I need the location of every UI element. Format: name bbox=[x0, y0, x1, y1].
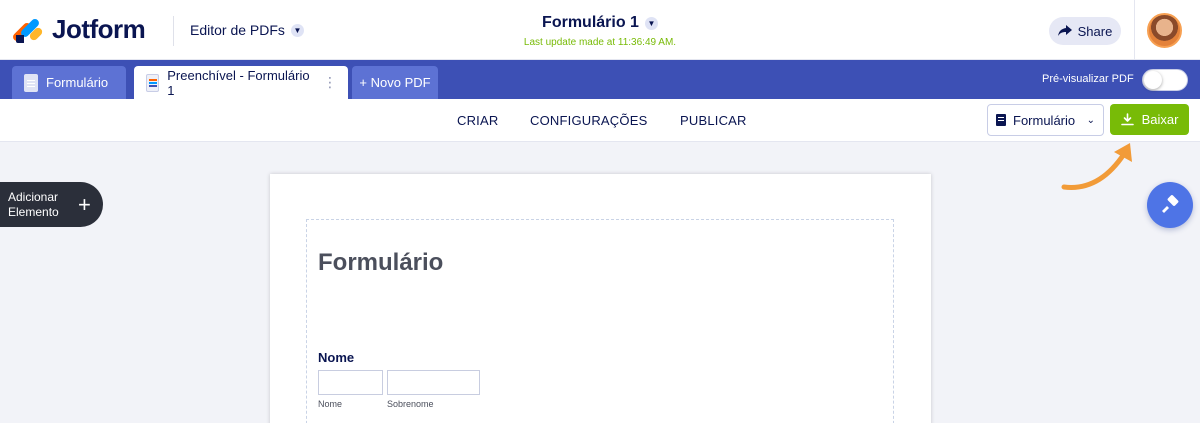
share-button[interactable]: Share bbox=[1049, 17, 1121, 45]
logo-text: Jotform bbox=[52, 14, 146, 44]
tab-form-label: Formulário bbox=[46, 75, 109, 90]
last-update-status: Last update made at 11:36:49 AM. bbox=[523, 37, 677, 48]
document-icon bbox=[996, 114, 1006, 126]
form-selector-dropdown[interactable]: Formulário ⌄ bbox=[987, 104, 1104, 136]
tab-pdf-label: Preenchível - Formulário 1 bbox=[167, 67, 310, 98]
designer-button[interactable] bbox=[1147, 182, 1193, 228]
download-button[interactable]: Baixar bbox=[1110, 104, 1189, 135]
user-avatar[interactable] bbox=[1147, 13, 1182, 48]
nav-publicar[interactable]: PUBLICAR bbox=[680, 113, 747, 128]
form-title-switcher[interactable]: Formulário 1 ▼ bbox=[542, 14, 658, 32]
annotation-arrow-icon bbox=[1061, 143, 1132, 190]
add-element-label: Adicionar Elemento bbox=[8, 189, 59, 219]
plus-icon: + bbox=[78, 191, 91, 217]
chevron-down-icon: ▼ bbox=[290, 23, 304, 37]
new-pdf-label: + Novo PDF bbox=[359, 75, 431, 90]
first-name-input[interactable] bbox=[318, 370, 383, 395]
new-pdf-button[interactable]: + Novo PDF bbox=[352, 66, 438, 99]
top-header: Jotform Editor de PDFs ▼ Formulário 1 ▼ … bbox=[0, 0, 1200, 60]
preview-pdf-toggle[interactable] bbox=[1142, 69, 1188, 91]
download-label: Baixar bbox=[1141, 112, 1179, 127]
first-name-sublabel: Nome bbox=[318, 399, 343, 409]
form-selector-value: Formulário bbox=[1013, 112, 1076, 128]
tab-form[interactable]: Formulário bbox=[12, 66, 126, 99]
preview-pdf-label: Pré-visualizar PDF bbox=[1042, 73, 1134, 85]
header-divider-right bbox=[1134, 0, 1135, 60]
nav-configuracoes[interactable]: CONFIGURAÇÕES bbox=[530, 113, 647, 128]
jotform-logo[interactable]: Jotform bbox=[11, 14, 146, 45]
form-title-block: Formulário 1 ▼ Last update made at 11:36… bbox=[0, 14, 1200, 48]
pdf-document-icon bbox=[146, 73, 160, 92]
document-title[interactable]: Formulário bbox=[318, 249, 443, 277]
chevron-down-icon: ⌄ bbox=[1086, 114, 1095, 126]
form-document-icon bbox=[24, 73, 38, 92]
pdf-page: Formulário Nome Nome Sobrenome bbox=[270, 174, 931, 423]
header-divider bbox=[173, 16, 174, 46]
paint-roller-icon bbox=[1162, 195, 1179, 213]
pdf-content-area: Formulário Nome Nome Sobrenome bbox=[306, 219, 894, 423]
nav-criar[interactable]: CRIAR bbox=[457, 113, 498, 128]
last-name-sublabel: Sobrenome bbox=[387, 399, 434, 409]
add-element-button[interactable]: Adicionar Elemento + bbox=[0, 182, 103, 227]
share-label: Share bbox=[1077, 23, 1113, 39]
share-arrow-icon bbox=[1057, 25, 1072, 36]
more-options-icon[interactable]: ⋮ bbox=[323, 74, 337, 91]
form-title: Formulário 1 bbox=[542, 14, 639, 31]
download-icon bbox=[1120, 113, 1134, 126]
field-label-nome[interactable]: Nome bbox=[318, 350, 354, 365]
chevron-down-icon: ▼ bbox=[644, 16, 658, 30]
tab-fillable-pdf[interactable]: Preenchível - Formulário 1 ⋮ bbox=[134, 66, 348, 99]
editor-switcher[interactable]: Editor de PDFs ▼ bbox=[190, 22, 304, 38]
editor-label: Editor de PDFs bbox=[190, 22, 285, 38]
last-name-input[interactable] bbox=[387, 370, 480, 395]
jotform-logo-icon bbox=[11, 15, 44, 45]
